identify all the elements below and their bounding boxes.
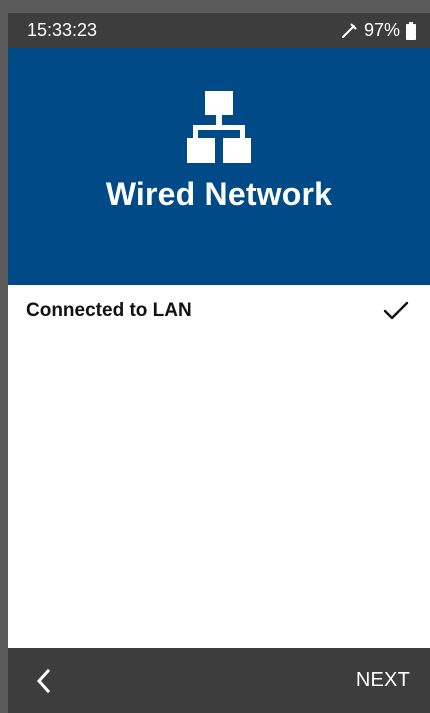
bottom-navigation-bar: NEXT bbox=[8, 648, 430, 713]
status-right: 97% bbox=[340, 20, 416, 41]
screen: 15:33:23 97% Wired Network Connected to … bbox=[8, 13, 430, 713]
next-button[interactable]: NEXT bbox=[356, 669, 410, 692]
chevron-left-icon bbox=[33, 668, 53, 694]
connection-status-row: Connected to LAN bbox=[8, 285, 430, 337]
battery-icon bbox=[406, 21, 416, 40]
check-icon bbox=[382, 299, 410, 323]
device-frame: 15:33:23 97% Wired Network Connected to … bbox=[0, 0, 430, 713]
status-time: 15:33:23 bbox=[27, 20, 98, 40]
probe-icon bbox=[340, 22, 358, 40]
connection-label: Connected to LAN bbox=[26, 300, 192, 321]
status-bar: 15:33:23 97% bbox=[8, 13, 430, 48]
back-button[interactable] bbox=[33, 663, 63, 699]
page-header: Wired Network bbox=[8, 48, 430, 285]
network-topology-icon bbox=[187, 91, 251, 163]
page-title: Wired Network bbox=[105, 176, 333, 212]
battery-percent: 97% bbox=[363, 20, 400, 40]
